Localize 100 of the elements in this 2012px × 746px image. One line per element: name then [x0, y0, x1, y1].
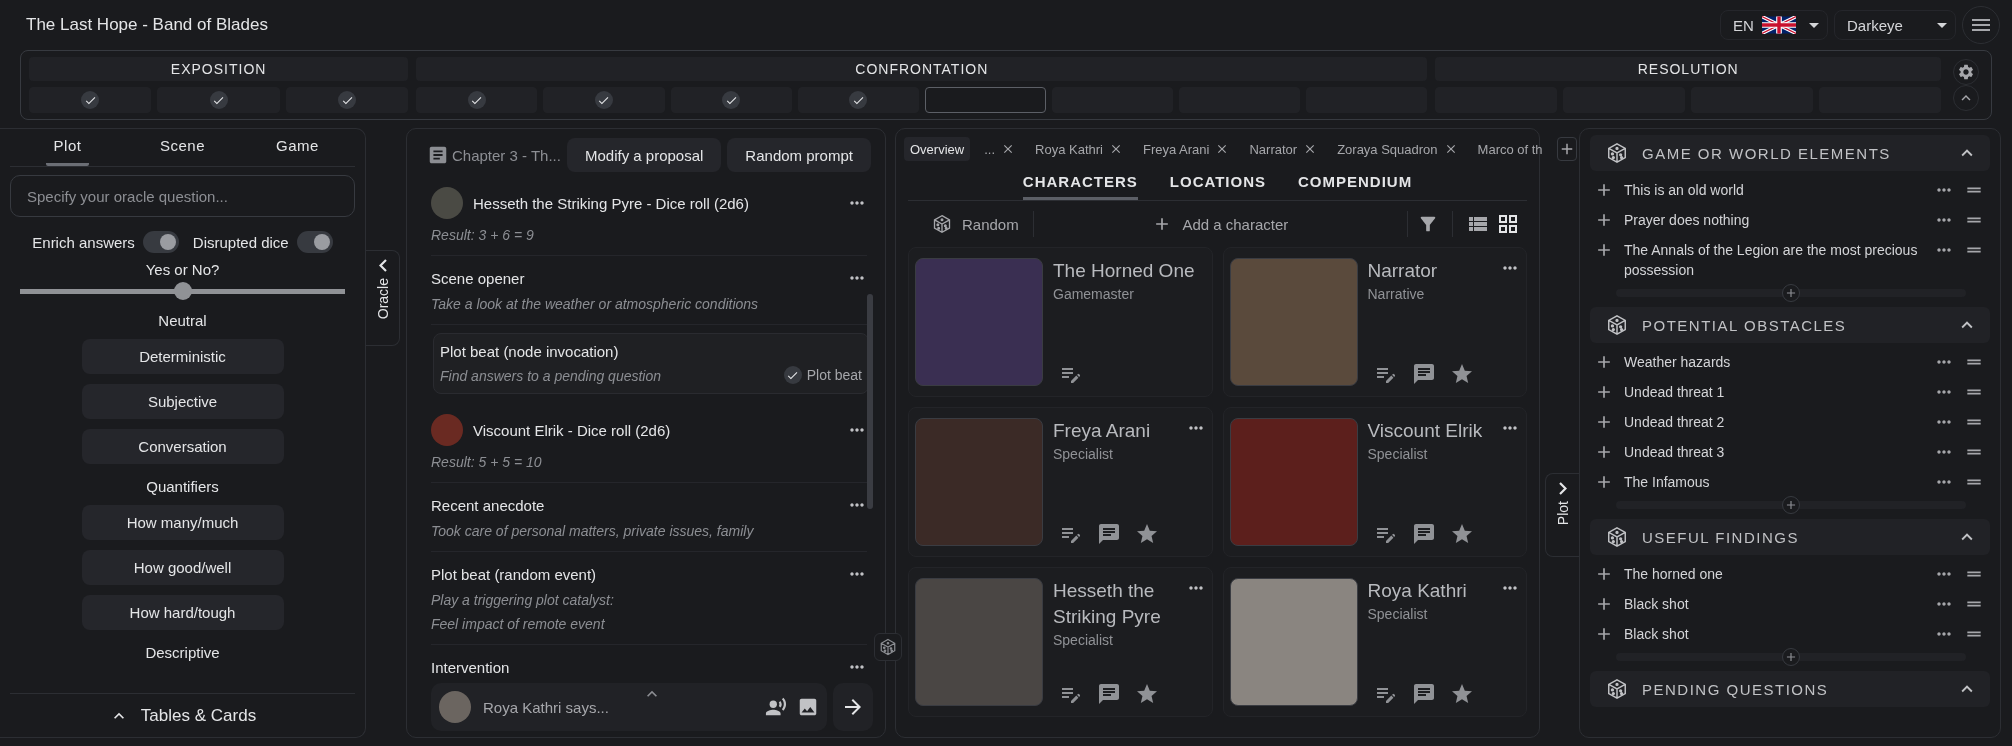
oracle-button[interactable]: How many/much — [81, 505, 284, 540]
add-item-button[interactable] — [1782, 496, 1800, 514]
dice-icon — [1606, 678, 1628, 700]
chat-icon[interactable] — [1411, 362, 1436, 386]
entry-title: Plot beat (node invocation) — [440, 343, 620, 360]
check-icon — [722, 91, 741, 109]
entry-title: Scene opener — [431, 269, 526, 287]
entry-title: Intervention — [431, 658, 511, 676]
chat-icon[interactable] — [1411, 682, 1436, 706]
open-tab[interactable]: Overview — [904, 137, 971, 161]
open-tab[interactable]: Roya Kathri — [1029, 137, 1129, 161]
flag-icon — [1761, 16, 1796, 34]
section-tab[interactable]: LOCATIONS — [1169, 165, 1266, 200]
plot-item[interactable]: The Annals of the Legion are the most precious possession — [1624, 240, 1924, 280]
app-title: The Last Hope - Band of Blades — [26, 15, 268, 35]
plot-item[interactable]: Prayer does nothing — [1624, 210, 1924, 230]
toggle-switch[interactable] — [296, 231, 333, 253]
character-card[interactable]: The Horned One Gamemaster — [908, 247, 1213, 397]
mode-tab[interactable]: Scene — [151, 137, 213, 166]
caret-icon — [1937, 22, 1947, 28]
oracle-side-tab[interactable]: Oracle — [366, 250, 400, 346]
open-tab[interactable]: Freya Arani — [1136, 137, 1236, 161]
settings-button[interactable] — [1953, 59, 1979, 85]
character-card[interactable]: Narrator Narrative — [1222, 247, 1527, 397]
send-button[interactable] — [833, 683, 873, 731]
avatar — [431, 187, 463, 219]
add-tab-button[interactable] — [1556, 137, 1577, 161]
plot-item[interactable]: This is an old world — [1624, 180, 1924, 200]
character-card[interactable]: Freya Arani Specialist — [908, 407, 1213, 557]
message-input[interactable]: Roya Kathri says... — [481, 697, 755, 717]
mode-tab[interactable]: Plot — [45, 137, 90, 166]
open-tab[interactable]: Marco of th — [1471, 137, 1549, 161]
oracle-button[interactable]: Subjective — [81, 384, 284, 419]
section-tab[interactable]: CHARACTERS — [1022, 165, 1138, 200]
character-role: Gamemaster — [1053, 286, 1135, 302]
entry-text: Took care of personal matters, private issues, family — [431, 523, 754, 539]
star-icon[interactable] — [1135, 682, 1159, 706]
plot-item[interactable]: The horned one — [1624, 564, 1924, 584]
character-name: Viscount Elrik — [1367, 419, 1483, 443]
slider-reading: Neutral — [157, 312, 208, 329]
add-item-button[interactable] — [1782, 648, 1800, 666]
oracle-question-field[interactable]: Specify your oracle question... — [10, 175, 355, 217]
entry-title: Plot beat (random event) — [431, 565, 598, 583]
tables-cards-button[interactable]: Tables & Cards — [10, 693, 355, 737]
prompt-button[interactable]: Modify a proposal — [566, 138, 722, 172]
oracle-button[interactable]: Conversation — [81, 429, 284, 464]
menu-button[interactable] — [1962, 6, 2000, 44]
plot-item[interactable]: Black shot — [1624, 624, 1924, 644]
character-card[interactable]: Viscount Elrik Specialist — [1222, 407, 1527, 557]
random-button[interactable]: Random — [924, 210, 1027, 238]
chat-icon[interactable] — [1097, 522, 1121, 546]
mode-tab[interactable]: Game — [268, 137, 327, 166]
add-item-button[interactable] — [1782, 284, 1800, 302]
act-step[interactable] — [924, 87, 1046, 113]
scrollbar-thumb[interactable] — [867, 294, 873, 509]
star-icon[interactable] — [1449, 682, 1474, 706]
toggle-label: Enrich answers — [32, 233, 135, 251]
oracle-button[interactable]: How hard/tough — [81, 595, 284, 630]
plot-item[interactable]: Undead threat 1 — [1624, 382, 1924, 402]
toggle-switch[interactable] — [142, 231, 179, 253]
star-icon[interactable] — [1449, 362, 1474, 386]
oracle-button[interactable]: How good/well — [81, 550, 284, 585]
star-icon[interactable] — [1449, 522, 1474, 546]
character-card[interactable]: Hesseth the Striking Pyre Specialist — [908, 567, 1213, 717]
entry-text: Result: 3 + 6 = 9 — [431, 227, 534, 243]
section-header[interactable]: PENDING QUESTIONS — [1590, 671, 1990, 707]
settings-icon — [1957, 63, 1975, 81]
dice-button[interactable] — [874, 633, 902, 661]
section-header[interactable]: USEFUL FINDINGS — [1590, 519, 1990, 555]
plot-item[interactable]: Undead threat 3 — [1624, 442, 1924, 462]
open-tab[interactable]: ... — [978, 137, 1022, 161]
chat-icon[interactable] — [1411, 522, 1436, 546]
plot-item[interactable]: Undead threat 2 — [1624, 412, 1924, 432]
plot-item[interactable]: Weather hazards — [1624, 352, 1924, 372]
prompt-button[interactable]: Random prompt — [727, 138, 871, 172]
plot-side-tab[interactable]: Plot — [1545, 473, 1579, 557]
character-role: Narrative — [1367, 286, 1426, 302]
message-composer[interactable]: Roya Kathri says... — [431, 683, 827, 731]
plot-item[interactable]: The Infamous — [1624, 472, 1924, 492]
voice-icon[interactable] — [765, 696, 787, 718]
profile-dropdown[interactable]: Darkeye — [1834, 10, 1956, 40]
section-header[interactable]: POTENTIAL OBSTACLES — [1590, 307, 1990, 343]
section-tab[interactable]: COMPENDIUM — [1298, 165, 1413, 200]
star-icon[interactable] — [1135, 522, 1159, 546]
add-character-button[interactable]: Add a character — [1144, 210, 1297, 238]
section-header[interactable]: GAME OR WORLD ELEMENTS — [1590, 135, 1990, 171]
image-icon[interactable] — [797, 696, 819, 718]
open-tab[interactable]: Narrator — [1243, 137, 1324, 161]
character-role: Specialist — [1053, 632, 1114, 648]
dice-icon — [879, 638, 897, 656]
slider-thumb[interactable] — [173, 282, 192, 300]
language-dropdown[interactable]: EN — [1720, 10, 1828, 40]
plot-item[interactable]: Black shot — [1624, 594, 1924, 614]
oracle-button[interactable]: Deterministic — [81, 339, 284, 374]
group-heading: Quantifiers — [146, 478, 219, 495]
open-tab[interactable]: Zoraya Squadron — [1331, 137, 1464, 161]
character-card[interactable]: Roya Kathri Specialist — [1222, 567, 1527, 717]
chat-icon[interactable] — [1097, 682, 1121, 706]
entry-tag: Plot beat — [806, 367, 862, 383]
character-name: Narrator — [1367, 259, 1438, 283]
